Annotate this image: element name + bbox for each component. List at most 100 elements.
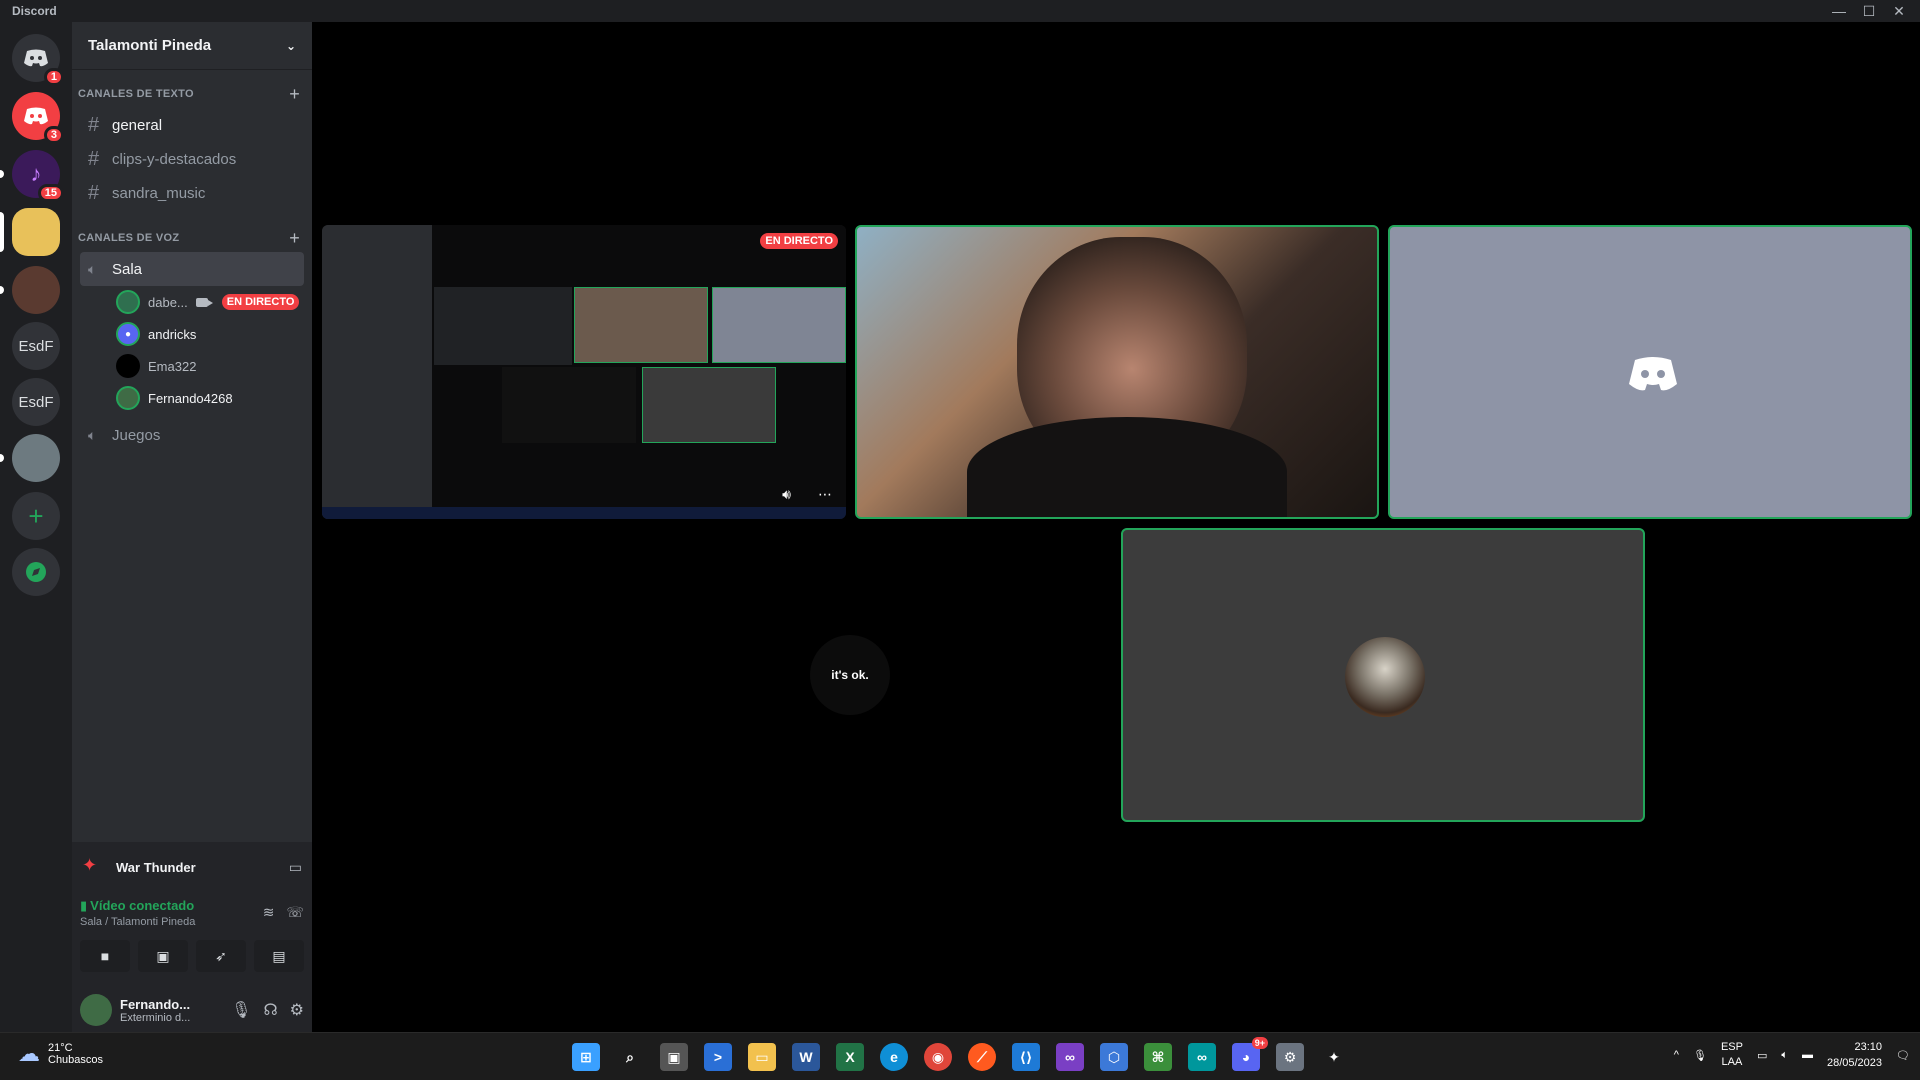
channel-sandra-music[interactable]: # sandra_music xyxy=(80,176,304,210)
gear-icon[interactable]: ⚙ xyxy=(290,1000,304,1020)
speaker-icon: 🔈︎ xyxy=(88,260,97,277)
activities-button[interactable]: ➶ xyxy=(196,940,246,972)
notifications-icon[interactable]: 🗨︎ xyxy=(1896,1049,1910,1062)
app-title: Discord xyxy=(12,4,57,18)
rocket-icon: ➶ xyxy=(215,947,227,964)
discord-taskbar-icon[interactable]: ◕ 9+ xyxy=(1232,1037,1268,1071)
voice-channel-juegos[interactable]: 🔈︎ Juegos xyxy=(80,418,304,452)
camera-button[interactable]: ■ xyxy=(80,940,130,972)
screen-share-icon[interactable]: ▭ xyxy=(289,859,302,876)
virtualbox-icon[interactable]: ⬡ xyxy=(1100,1043,1128,1071)
voice-user-dabe[interactable]: dabe... EN DIRECTO xyxy=(116,286,312,318)
voice-channels-category[interactable]: CANALES DE VOZ + xyxy=(72,224,312,252)
brave-icon[interactable]: ⟋ xyxy=(968,1043,996,1071)
visual-studio-icon[interactable]: ∞ xyxy=(1056,1043,1084,1071)
weather-temp: 21°C xyxy=(48,1042,73,1054)
share-screen-button[interactable]: ▣ xyxy=(138,940,188,972)
more-options-icon[interactable]: ⋯ xyxy=(818,486,832,503)
system-tray: ^ 🎙︎ ESP LAA ▭ 🔈︎ ▬ 23:10 28/05/2023 🗨︎ xyxy=(1674,1039,1910,1071)
channel-general[interactable]: # general xyxy=(80,108,304,142)
music-note-icon: ♪ xyxy=(30,161,42,186)
avatar-tile-andricks[interactable] xyxy=(1388,225,1912,519)
selected-pill xyxy=(0,212,4,252)
add-server-button[interactable]: + xyxy=(12,492,60,540)
participant-shirt xyxy=(967,417,1287,517)
language-indicator[interactable]: ESP LAA xyxy=(1721,1040,1743,1070)
channel-clips-y-destacados[interactable]: # clips-y-destacados xyxy=(80,142,304,176)
notification-badge: 3 xyxy=(43,126,64,144)
settings-icon[interactable]: ⚙ xyxy=(1276,1043,1304,1071)
avatar-tile-ema322[interactable]: it's ok. xyxy=(588,528,1112,822)
battery-icon[interactable]: ▬ xyxy=(1802,1049,1813,1061)
weather-widget[interactable]: ☁ 21°C Chubascos xyxy=(18,1041,103,1067)
stream-tile[interactable]: EN DIRECTO 🔊︎ ⋯ xyxy=(322,225,846,519)
chrome-icon[interactable]: ◉ xyxy=(924,1043,952,1071)
server-icon-red[interactable]: 3 xyxy=(12,92,64,144)
noise-suppression-icon[interactable]: ≋ xyxy=(263,904,275,921)
voice-user-andricks[interactable]: ● andricks xyxy=(116,318,312,350)
server-icon-esdf-1[interactable]: EsdF xyxy=(12,322,60,370)
rtc-actions: ■ ▣ ➶ ▤ xyxy=(80,940,304,972)
avatar xyxy=(116,354,140,378)
avatar xyxy=(1345,637,1425,717)
live-badge: EN DIRECTO xyxy=(760,233,838,249)
home-button[interactable]: 1 xyxy=(12,34,64,86)
stream-preview-thumb xyxy=(434,287,572,365)
clock[interactable]: 23:10 28/05/2023 xyxy=(1827,1039,1882,1071)
search-icon[interactable]: ⌕ xyxy=(616,1043,644,1071)
video-camera-icon: ■ xyxy=(100,948,110,964)
voice-user-ema322[interactable]: Ema322 xyxy=(116,350,312,382)
volume-icon[interactable]: 🔊︎ xyxy=(782,486,791,503)
server-name: Talamonti Pineda xyxy=(88,37,212,54)
python-icon[interactable]: ⌘ xyxy=(1144,1043,1172,1071)
soundboard-button[interactable]: ▤ xyxy=(254,940,304,972)
explore-button[interactable] xyxy=(12,548,60,596)
close-button[interactable]: ✕ xyxy=(1884,0,1914,22)
start-icon[interactable]: ⊞ xyxy=(572,1043,600,1071)
arduino-icon[interactable]: ∞ xyxy=(1188,1043,1216,1071)
network-icon[interactable]: ▭ xyxy=(1757,1049,1767,1062)
volume-icon[interactable]: 🔈︎ xyxy=(1781,1049,1788,1062)
microphone-icon[interactable]: 🎙︎ xyxy=(1693,1049,1707,1062)
add-channel-icon[interactable]: + xyxy=(289,84,300,105)
hash-icon: # xyxy=(88,147,100,170)
text-channels-category[interactable]: CANALES DE TEXTO + xyxy=(72,80,312,108)
stream-preview-sidebar xyxy=(322,225,432,519)
edge-icon[interactable]: e xyxy=(880,1043,908,1071)
voice-user-name: dabe... xyxy=(148,294,188,310)
server-icon-esdf-2[interactable]: EsdF xyxy=(12,378,60,426)
voice-channel-sala[interactable]: 🔈︎ Sala xyxy=(80,252,304,286)
server-icon-photo[interactable] xyxy=(0,266,60,314)
maximize-button[interactable]: ☐ xyxy=(1854,0,1884,22)
weather-cloud-icon: ☁ xyxy=(18,1041,40,1066)
excel-icon[interactable]: X xyxy=(836,1043,864,1071)
server-icon-deer[interactable] xyxy=(0,434,60,482)
chevron-up-icon[interactable]: ^ xyxy=(1674,1049,1679,1061)
plus-icon: + xyxy=(28,500,44,531)
word-icon[interactable]: W xyxy=(792,1043,820,1071)
vscode-icon[interactable]: ⟨⟩ xyxy=(1012,1043,1040,1071)
microphone-icon[interactable]: 🎙︎ xyxy=(231,1000,251,1020)
webcam-tile[interactable] xyxy=(855,225,1379,519)
avatar-tile-fernando4268[interactable] xyxy=(1121,528,1645,822)
war-thunder-taskbar-icon[interactable]: ✦ xyxy=(1320,1043,1348,1071)
speaker-icon: 🔈︎ xyxy=(88,426,97,443)
minimize-button[interactable]: — xyxy=(1824,0,1854,22)
file-explorer-icon[interactable]: ▭ xyxy=(748,1043,776,1071)
disconnect-icon[interactable]: ☏ xyxy=(286,904,304,921)
task-view-icon[interactable]: ▣ xyxy=(660,1043,688,1071)
title-bar: Discord — ☐ ✕ xyxy=(0,0,1920,22)
voice-connection-panel: ▮ Vídeo conectado Sala / Talamonti Pineda… xyxy=(72,892,312,988)
add-channel-icon[interactable]: + xyxy=(289,228,300,249)
server-icon-avatar[interactable] xyxy=(0,208,60,256)
compass-icon xyxy=(26,562,46,582)
avatar[interactable] xyxy=(80,994,112,1026)
voice-user-fernando4268[interactable]: Fernando4268 xyxy=(116,382,312,414)
headphones-icon[interactable]: ☊ xyxy=(263,1000,277,1020)
server-header[interactable]: Talamonti Pineda ⌄ xyxy=(72,22,312,70)
stream-preview-thumb xyxy=(642,367,776,443)
connection-status[interactable]: ▮ Vídeo conectado xyxy=(80,898,195,914)
powershell-icon[interactable]: > xyxy=(704,1043,732,1071)
server-icon-music[interactable]: ♪ 15 xyxy=(0,150,64,202)
war-thunder-icon: ✦ xyxy=(82,855,98,875)
